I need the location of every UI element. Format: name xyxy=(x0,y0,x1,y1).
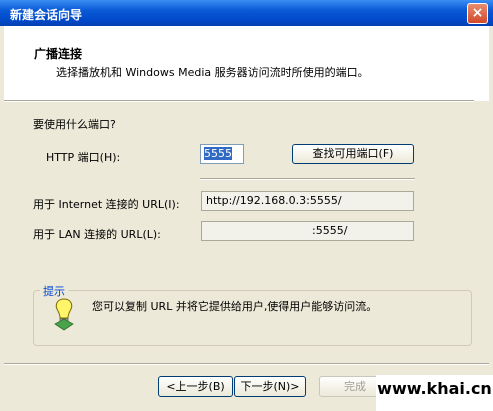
wizard-window: 新建会话向导 × 广播连接 选择播放机和 Windows Media 服务器访问… xyxy=(0,0,493,411)
lightbulb-icon xyxy=(54,298,74,331)
title-bar[interactable]: 新建会话向导 × xyxy=(0,0,493,26)
window-title: 新建会话向导 xyxy=(10,8,83,22)
http-port-label: HTTP 端口(H): xyxy=(46,151,121,164)
next-button[interactable]: 下一步(N)> xyxy=(234,376,306,397)
port-question: 要使用什么端口? xyxy=(33,118,116,131)
back-button[interactable]: <上一步(B) xyxy=(158,376,233,397)
header-divider xyxy=(4,100,474,102)
lan-url-field[interactable]: :5555/ xyxy=(201,221,414,241)
find-port-button[interactable]: 查找可用端口(F) xyxy=(292,144,414,164)
close-button[interactable]: × xyxy=(467,3,488,24)
page-subtitle: 选择播放机和 Windows Media 服务器访问流时所使用的端口。 xyxy=(56,66,369,79)
port-divider xyxy=(200,178,415,180)
watermark: www.khai.cn xyxy=(376,375,493,411)
lan-url-label: 用于 LAN 连接的 URL(L): xyxy=(33,228,161,241)
footer-divider xyxy=(4,363,489,365)
hint-text: 您可以复制 URL 并将它提供给用户,使得用户能够访问流。 xyxy=(92,300,378,313)
internet-url-field[interactable]: http://192.168.0.3:5555/ xyxy=(201,191,414,211)
http-port-input[interactable]: 5555 xyxy=(200,144,244,164)
page-title: 广播连接 xyxy=(34,47,83,61)
internet-url-label: 用于 Internet 连接的 URL(I): xyxy=(33,198,180,211)
close-icon: × xyxy=(471,5,484,21)
wizard-header: 广播连接 选择播放机和 Windows Media 服务器访问流时所使用的端口。 xyxy=(4,26,489,101)
